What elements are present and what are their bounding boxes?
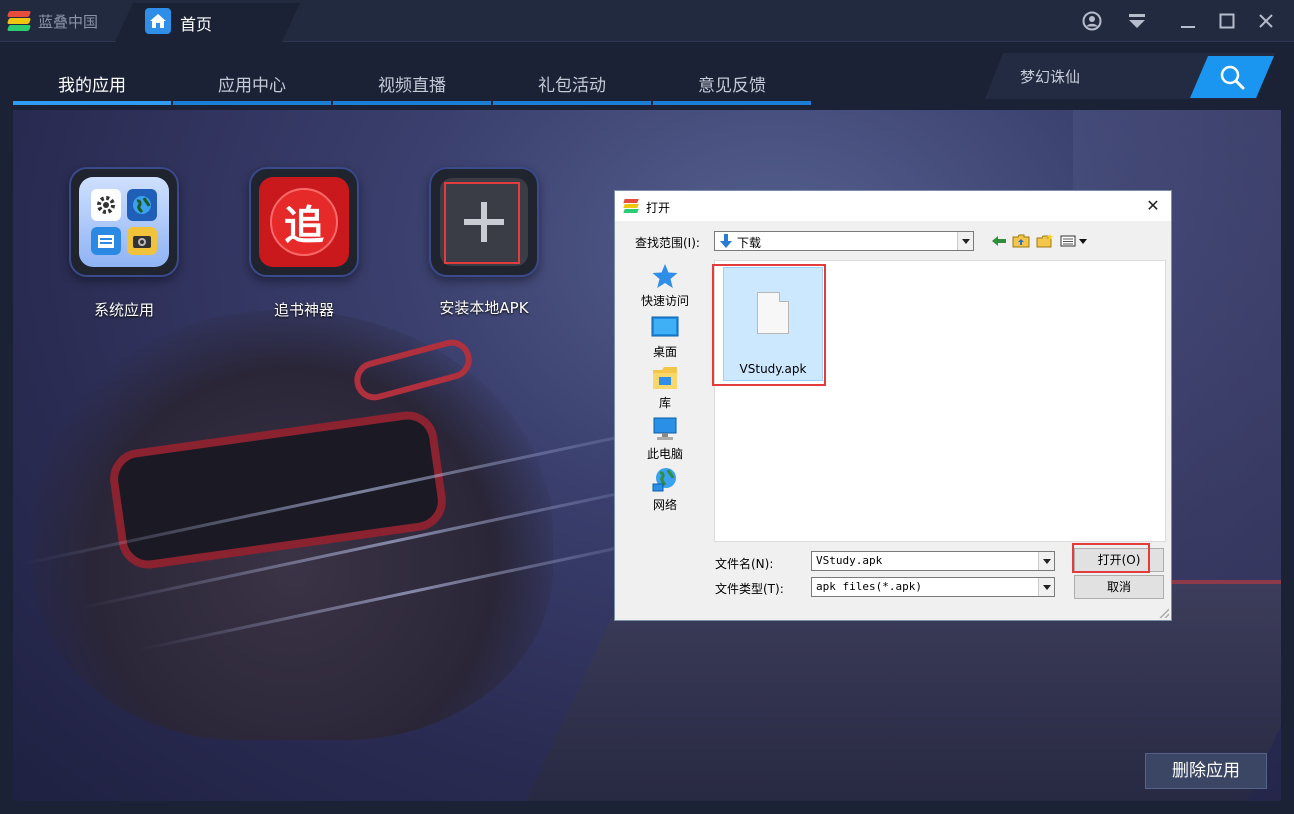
place-label: 此电脑 — [646, 447, 683, 461]
tab-app-center[interactable]: 应用中心 — [173, 42, 331, 110]
app-book-reader[interactable]: 追 追书神器 — [249, 167, 359, 320]
tab-underline — [333, 101, 491, 105]
resize-grip-icon[interactable] — [1159, 608, 1169, 618]
delete-apps-button[interactable]: 删除应用 — [1145, 753, 1267, 789]
chevron-down-icon[interactable] — [957, 232, 973, 250]
place-label: 快速访问 — [640, 294, 689, 308]
file-manager-icon — [91, 227, 121, 255]
place-this-pc[interactable]: 此电脑 — [631, 415, 699, 462]
tab-underline — [173, 101, 331, 105]
filename-field[interactable]: VStudy.apk — [811, 551, 1055, 571]
open-button-highlight-box — [1072, 543, 1150, 573]
app-label: 系统应用 — [93, 301, 154, 319]
tab-underline-active — [13, 101, 171, 105]
filename-value: VStudy.apk — [816, 554, 883, 567]
lookin-value: 下载 — [737, 236, 762, 250]
app-label: 追书神器 — [273, 301, 334, 319]
system-apps-icon — [79, 177, 169, 267]
place-label: 网络 — [652, 498, 677, 512]
brand-name: 蓝叠中国 — [38, 12, 99, 31]
filetype-select[interactable]: apk files(*.apk) — [811, 577, 1055, 597]
lookin-label: 查找范围(I): — [635, 236, 700, 250]
up-folder-icon[interactable] — [1012, 233, 1030, 249]
close-icon[interactable] — [1253, 8, 1279, 34]
download-icon[interactable] — [1124, 8, 1150, 34]
search-input-text: 梦幻诛仙 — [1020, 68, 1081, 86]
brand: 蓝叠中国 — [6, 10, 99, 32]
back-arrow-icon[interactable] — [990, 233, 1008, 249]
cancel-button[interactable]: 取消 — [1074, 575, 1164, 599]
place-library[interactable]: 库 — [631, 364, 699, 411]
bluestacks-small-icon — [623, 199, 640, 213]
tab-gift-events[interactable]: 礼包活动 — [493, 42, 651, 110]
globe-icon — [127, 189, 157, 221]
tab-underline — [653, 101, 811, 105]
network-icon — [651, 466, 679, 494]
tab-video-live[interactable]: 视频直播 — [333, 42, 491, 110]
download-arrow-icon — [719, 233, 733, 252]
book-reader-icon: 追 — [259, 177, 349, 267]
book-reader-tile[interactable]: 追 — [249, 167, 359, 277]
library-icon — [651, 364, 679, 392]
filename-label: 文件名(N): — [715, 557, 774, 571]
filetype-value: apk files(*.apk) — [816, 580, 922, 593]
bluestacks-logo-icon — [6, 11, 32, 31]
install-apk-highlight-box — [444, 182, 520, 264]
minimize-icon[interactable] — [1175, 8, 1201, 34]
dialog-close-icon[interactable]: ✕ — [1143, 196, 1163, 215]
chevron-down-icon[interactable] — [1038, 552, 1054, 570]
app-label: 安装本地APK — [439, 299, 529, 317]
star-icon — [651, 262, 679, 290]
user-icon[interactable] — [1079, 8, 1105, 34]
place-desktop[interactable]: 桌面 — [631, 313, 699, 360]
title-bar: 蓝叠中国 首页 — [0, 0, 1294, 42]
filetype-label: 文件类型(T): — [715, 582, 784, 596]
tab-underline — [493, 101, 651, 105]
maximize-icon[interactable] — [1214, 8, 1240, 34]
new-folder-icon[interactable] — [1036, 233, 1054, 249]
main-nav: 我的应用 应用中心 视频直播 礼包活动 意见反馈 — [13, 42, 1013, 112]
place-network[interactable]: 网络 — [631, 466, 699, 513]
chevron-down-icon[interactable] — [1038, 578, 1054, 596]
place-label: 库 — [658, 396, 671, 410]
dialog-title-bar: 打开 ✕ — [615, 191, 1171, 221]
open-file-dialog: 打开 ✕ 查找范围(I): 下载 快速访问 桌面 库 此电脑 网络 VStudy… — [614, 190, 1172, 621]
settings-gear-icon — [91, 189, 121, 221]
app-system-apps[interactable]: 系统应用 — [69, 167, 179, 320]
home-icon — [145, 8, 171, 34]
places-bar: 快速访问 桌面 库 此电脑 网络 — [631, 259, 699, 539]
camera-icon — [127, 227, 157, 255]
home-tab-label: 首页 — [180, 15, 213, 34]
dialog-title: 打开 — [646, 201, 671, 215]
lookin-select[interactable]: 下载 — [714, 231, 974, 251]
tab-feedback[interactable]: 意见反馈 — [653, 42, 811, 110]
system-apps-tile[interactable] — [69, 167, 179, 277]
search-icon — [1219, 64, 1245, 90]
place-label: 桌面 — [652, 345, 677, 359]
tab-my-apps[interactable]: 我的应用 — [13, 42, 171, 110]
book-reader-glyph: 追 — [270, 188, 338, 256]
place-quick-access[interactable]: 快速访问 — [631, 262, 699, 309]
computer-icon — [651, 415, 679, 443]
desktop-icon — [651, 313, 679, 341]
file-highlight-box — [712, 264, 826, 386]
view-menu-icon[interactable] — [1059, 233, 1089, 249]
